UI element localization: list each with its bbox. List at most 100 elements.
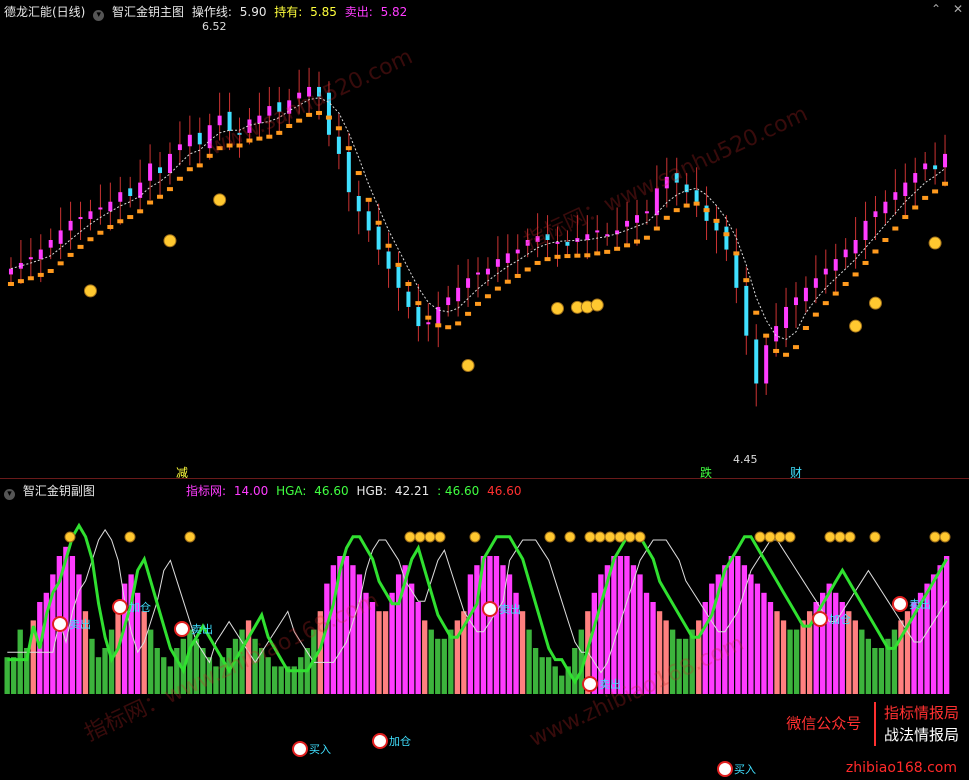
sell-label: 卖出: — [344, 5, 373, 19]
ma-step — [783, 352, 790, 357]
hold-label: 持有: — [274, 5, 303, 19]
candle-body — [38, 249, 43, 260]
histogram-bar — [643, 592, 650, 694]
sub-chart-panel[interactable]: 卖出 加仓 卖出 买入 加仓 卖出 卖出 买入 加仓 卖出 ▾ 智汇金钥副图 指标网: 14.00… — [0, 478, 969, 780]
histogram-bar — [539, 657, 545, 694]
value-4: : 46.60 — [437, 484, 480, 498]
money-bag-icon — [544, 531, 556, 543]
money-bag-icon — [774, 531, 786, 543]
candle-body — [28, 257, 33, 260]
candle-body — [565, 241, 570, 246]
histogram-bar — [637, 574, 643, 694]
money-bag-icon — [564, 531, 576, 543]
histogram-bar — [826, 583, 832, 694]
histogram-bar — [422, 620, 428, 694]
site-url: zhibiao168.com — [845, 760, 957, 776]
candle-body — [257, 115, 262, 124]
ma-step — [365, 197, 372, 202]
histogram-bar — [232, 638, 239, 694]
ma-step — [942, 181, 949, 186]
ma-step — [226, 143, 233, 148]
ma-step — [912, 205, 919, 210]
ma-step — [713, 218, 720, 223]
ma-step — [802, 326, 809, 330]
ma-step — [246, 138, 253, 143]
histogram-bar — [774, 611, 780, 694]
money-bag-icon — [461, 358, 475, 372]
ma-step — [494, 286, 501, 291]
candle-body — [456, 287, 461, 302]
main-indicator-name[interactable]: 智汇金钥主图 — [112, 5, 184, 19]
candle-body — [366, 211, 371, 231]
hold-value: 5.85 — [310, 5, 337, 19]
ma-step — [773, 348, 780, 353]
signal-label: 卖出 — [909, 597, 931, 611]
main-header: 德龙汇能(日线) ▾ 智汇金钥主图 操作线: 5.90 持有: 5.85 卖出:… — [4, 3, 411, 21]
candle-body — [943, 153, 948, 168]
signal-marker — [52, 616, 68, 632]
histogram-bar — [872, 648, 878, 694]
histogram-bar — [865, 638, 872, 694]
candle-body — [217, 115, 222, 126]
candle-body — [664, 176, 669, 189]
ma-step — [484, 294, 491, 299]
main-chart-panel[interactable]: 德龙汇能(日线) ▾ 智汇金钥主图 操作线: 5.90 持有: 5.85 卖出:… — [0, 0, 969, 480]
histogram-bar — [324, 583, 330, 694]
candle-body — [674, 173, 679, 183]
histogram-bar — [161, 657, 167, 694]
ma-step — [574, 253, 581, 258]
candle-body — [396, 266, 401, 288]
candle-body — [485, 268, 490, 275]
candle-body — [197, 132, 202, 145]
ma-step — [753, 310, 760, 315]
ma-step — [196, 163, 203, 168]
candle-body — [923, 163, 928, 170]
histogram-bar — [506, 574, 513, 694]
brand-box: 微信公众号 指标情报局 战法情报局 — [786, 702, 959, 746]
histogram-bar — [4, 657, 10, 694]
ma-step — [614, 246, 621, 251]
candle-body — [128, 188, 133, 196]
indicator-settings-icon[interactable]: ▾ — [93, 10, 105, 21]
histogram-bar — [559, 675, 565, 694]
ma-step — [862, 260, 869, 265]
histogram-bar — [167, 666, 173, 694]
close-icon[interactable]: ✕ — [953, 2, 963, 16]
candle-body — [436, 306, 441, 325]
histogram-bar — [683, 638, 689, 694]
candle-body — [843, 249, 848, 258]
ma-step — [514, 273, 521, 278]
chevron-up-icon[interactable]: ⌃ — [931, 2, 941, 16]
ma-step — [445, 325, 452, 330]
ma-step — [792, 345, 799, 350]
histogram-bar — [930, 574, 937, 694]
candle-body — [863, 220, 868, 240]
histogram-bar — [767, 602, 774, 694]
histogram-bar — [546, 657, 552, 694]
window-controls: ⌃ ✕ — [923, 2, 963, 16]
histogram-bar — [519, 611, 526, 694]
ma-step — [127, 215, 134, 220]
money-bag-icon — [604, 531, 616, 543]
sub-settings-icon[interactable]: ▾ — [4, 489, 15, 500]
candle-body — [356, 196, 361, 212]
ma-step — [534, 260, 541, 265]
op-line-value: 5.90 — [239, 5, 267, 19]
sub-indicator-name[interactable]: 智汇金钥副图 — [23, 484, 95, 498]
ma-step — [286, 123, 293, 128]
low-price-label: 4.45 — [733, 453, 758, 466]
histogram-bar — [833, 592, 839, 694]
candle-body — [187, 134, 192, 147]
signal-label: 卖出 — [191, 622, 213, 636]
ma-step — [703, 208, 710, 213]
candle-body — [48, 240, 53, 248]
ma-step — [67, 252, 74, 257]
ma-step — [17, 279, 24, 284]
ma-step — [822, 301, 829, 306]
candle-body — [774, 326, 779, 342]
candle-body — [644, 211, 649, 214]
histogram-bar — [937, 565, 943, 694]
histogram-bar — [376, 611, 382, 694]
stock-title[interactable]: 德龙汇能(日线) — [4, 5, 85, 19]
money-bag-icon — [184, 531, 196, 543]
